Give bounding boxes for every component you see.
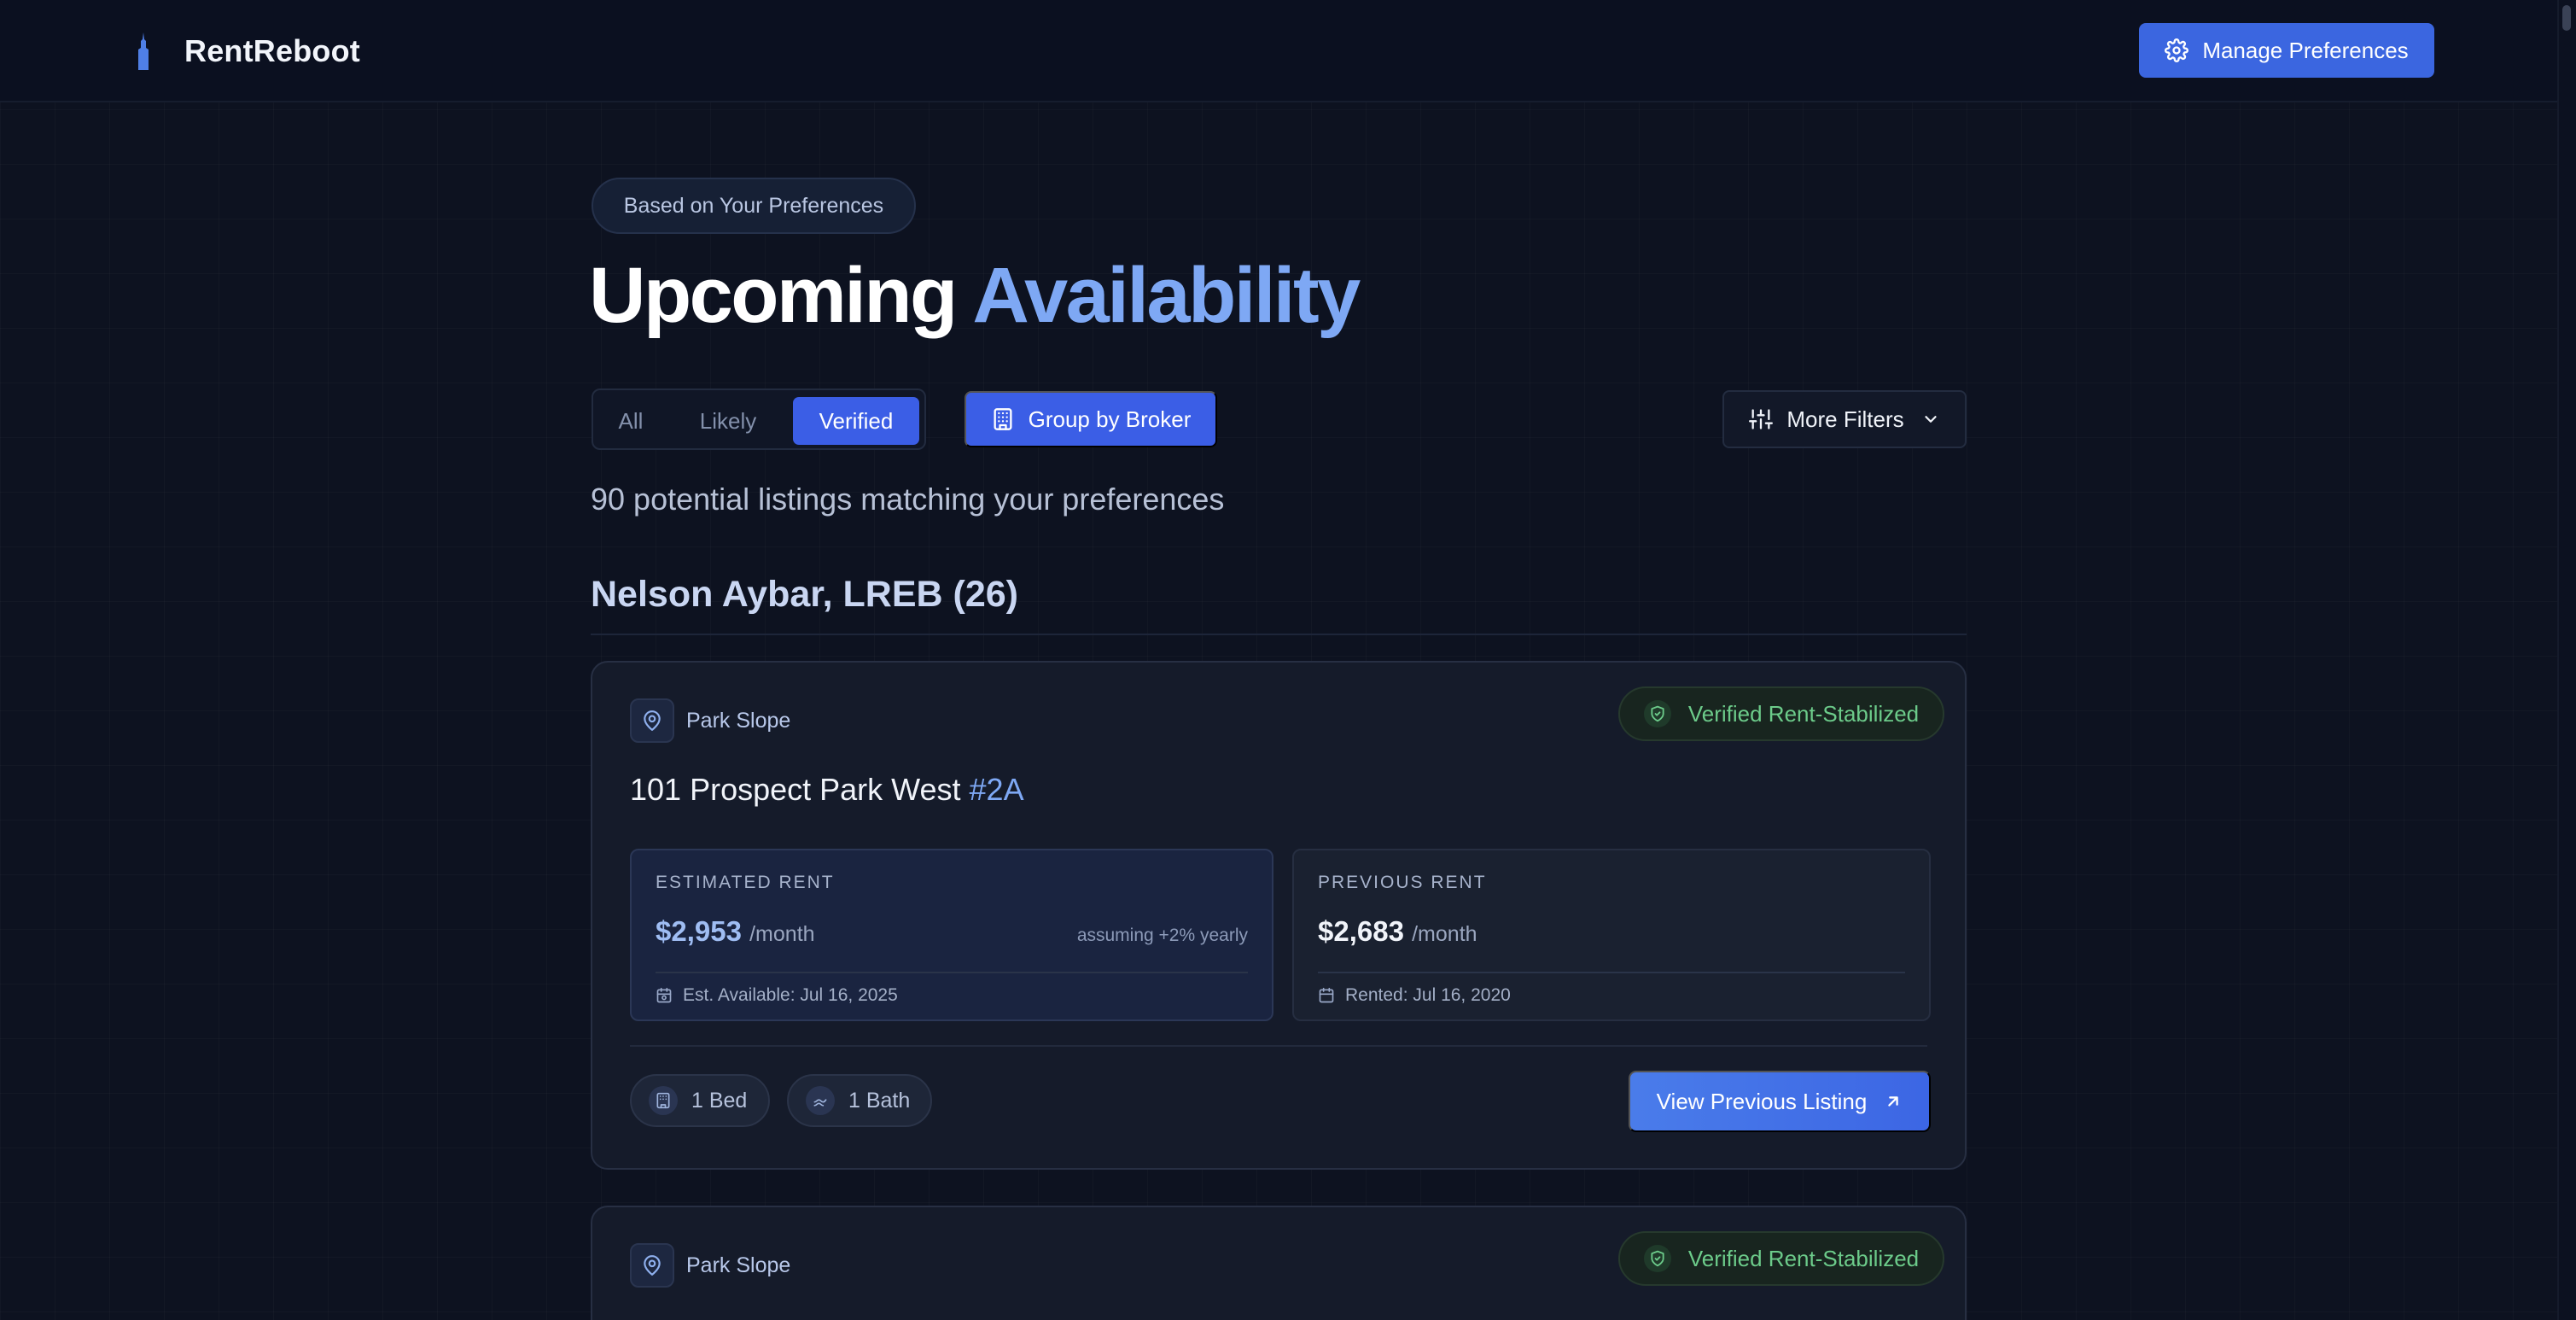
listing-card: Park Slope Verified Rent-Stabilized 101 … xyxy=(591,661,1967,1170)
tab-verified[interactable]: Verified xyxy=(793,397,919,445)
group-by-broker-label: Group by Broker xyxy=(1028,406,1192,432)
results-count: 90 potential listings matching your pref… xyxy=(591,482,1225,517)
page-title: Upcoming Availability xyxy=(589,251,1361,341)
bath-count-chip: 1 Bath xyxy=(787,1074,932,1127)
group-by-broker-button[interactable]: Group by Broker xyxy=(965,391,1217,447)
estimated-rent-panel: ESTIMATED RENT $2,953 /month assuming +2… xyxy=(630,849,1273,1021)
tab-all[interactable]: All xyxy=(610,397,651,445)
rent-divider xyxy=(656,972,1248,973)
shield-check-icon xyxy=(1643,700,1671,727)
view-previous-listing-button[interactable]: View Previous Listing xyxy=(1629,1071,1931,1132)
app-logo[interactable]: RentReboot xyxy=(133,32,360,70)
card-divider xyxy=(630,1045,1927,1047)
listing-address: 101 Prospect Park West #2A xyxy=(630,772,1024,808)
page-scrollbar[interactable] xyxy=(2557,0,2576,1320)
external-link-icon xyxy=(1888,1096,1899,1107)
tab-likely[interactable]: Likely xyxy=(689,397,767,445)
gear-icon xyxy=(2165,38,2189,62)
group-divider xyxy=(591,634,1967,635)
page-title-main: Upcoming xyxy=(589,252,958,339)
calendar-clock-icon xyxy=(656,987,672,1003)
listing-card: Park Slope Verified Rent-Stabilized xyxy=(591,1206,1967,1320)
previous-rent-amount: $2,683 /month xyxy=(1318,915,1477,948)
building-icon xyxy=(994,408,1012,430)
view-previous-listing-label: View Previous Listing xyxy=(1656,1088,1868,1114)
bath-icon xyxy=(806,1086,835,1115)
estimated-rent-per: /month xyxy=(749,922,815,946)
app-name: RentReboot xyxy=(184,33,360,68)
address-street: 101 Prospect Park West xyxy=(630,772,961,807)
calendar-icon xyxy=(1319,987,1334,1003)
building-logo-icon xyxy=(138,32,149,70)
scrollbar-thumb[interactable] xyxy=(2562,5,2571,31)
status-filter-tabs: All Likely Verified xyxy=(592,388,926,450)
chevron-down-icon xyxy=(1924,416,1937,423)
estimated-available-text: Est. Available: Jul 16, 2025 xyxy=(683,985,898,1005)
map-pin-icon xyxy=(644,1255,661,1276)
estimated-rent-amount: $2,953 /month xyxy=(656,915,815,948)
previous-rent-panel: PREVIOUS RENT $2,683 /month Rented: Jul … xyxy=(1292,849,1931,1021)
neighborhood-label: Park Slope xyxy=(686,1253,791,1277)
estimated-available-date: Est. Available: Jul 16, 2025 xyxy=(656,985,898,1006)
neighborhood-label: Park Slope xyxy=(686,709,791,733)
previous-rent-label: PREVIOUS RENT xyxy=(1318,873,1487,892)
more-filters-button[interactable]: More Filters xyxy=(1722,390,1967,448)
address-unit: #2A xyxy=(969,772,1024,807)
verified-badge: Verified Rent-Stabilized xyxy=(1618,1231,1944,1286)
verified-badge-label: Verified Rent-Stabilized xyxy=(1687,1245,1920,1271)
rented-date: Rented: Jul 16, 2020 xyxy=(1318,985,1511,1006)
more-filters-label: More Filters xyxy=(1786,406,1904,432)
rent-divider xyxy=(1318,972,1905,973)
bed-count-chip: 1 Bed xyxy=(630,1074,770,1127)
map-pin-icon xyxy=(644,710,661,731)
manage-preferences-label: Manage Preferences xyxy=(2202,37,2409,63)
previous-rent-value: $2,683 xyxy=(1318,915,1404,947)
sliders-icon xyxy=(1749,409,1774,429)
manage-preferences-button[interactable]: Manage Preferences xyxy=(2139,23,2434,78)
building-icon xyxy=(649,1086,678,1115)
bed-count-label: 1 Bed xyxy=(691,1088,748,1113)
estimated-rent-value: $2,953 xyxy=(656,915,742,947)
shield-check-icon xyxy=(1643,1245,1671,1272)
verified-badge: Verified Rent-Stabilized xyxy=(1618,686,1944,741)
verified-badge-label: Verified Rent-Stabilized xyxy=(1687,700,1920,727)
location-icon-box xyxy=(630,1243,674,1288)
estimated-rent-note: assuming +2% yearly xyxy=(1076,926,1248,945)
broker-group-title: Nelson Aybar, LREB (26) xyxy=(591,574,1018,615)
preferences-badge: Based on Your Preferences xyxy=(592,178,916,234)
rented-date-text: Rented: Jul 16, 2020 xyxy=(1345,985,1511,1005)
previous-rent-per: /month xyxy=(1412,922,1477,946)
estimated-rent-label: ESTIMATED RENT xyxy=(656,873,835,892)
page-title-accent: Availability xyxy=(972,252,1361,339)
bath-count-label: 1 Bath xyxy=(848,1088,911,1113)
top-nav: RentReboot Manage Preferences xyxy=(0,0,2576,102)
location-icon-box xyxy=(630,698,674,743)
